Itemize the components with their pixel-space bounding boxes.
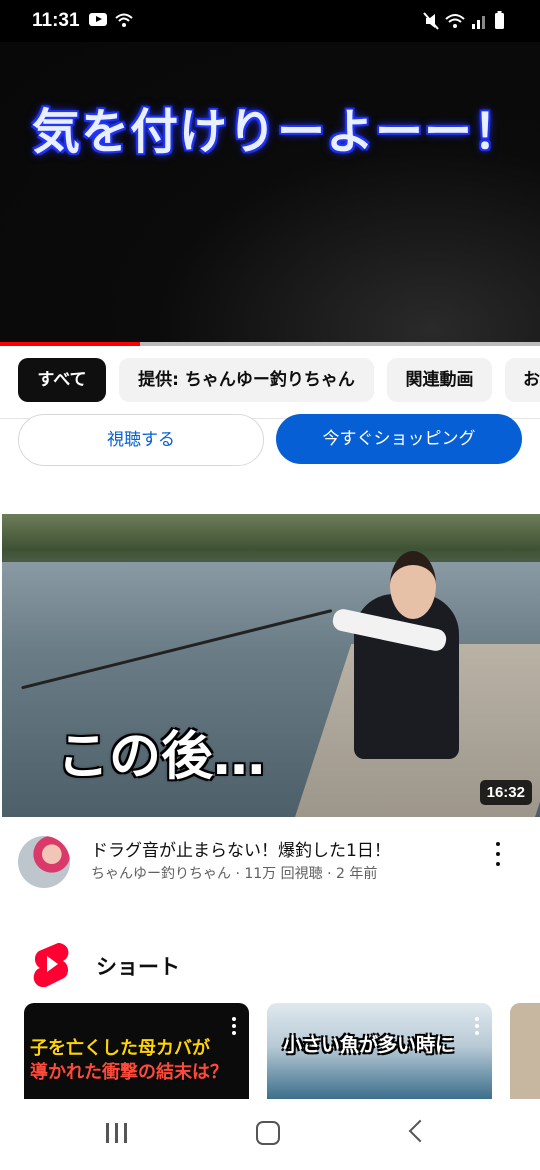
video-player[interactable]: 気を付けりーよーー！ <box>0 42 540 345</box>
chip-channel[interactable]: 提供: ちゃんゆー釣りちゃん <box>119 358 374 402</box>
status-bar: 11:31 <box>0 0 540 42</box>
youtube-icon <box>89 13 107 26</box>
shop-now-button[interactable]: 今すぐショッピング <box>276 414 522 464</box>
shorts-section-header: ショート <box>0 938 540 992</box>
chip-related[interactable]: 関連動画 <box>387 358 492 402</box>
short-caption-line2: 導かれた衝撃の結末は？ <box>30 1062 228 1083</box>
thumbnail-overlay-text: この後… <box>57 727 266 787</box>
status-time: 11:31 <box>32 10 80 31</box>
short-card[interactable]: 子を亡くした母カバが 導かれた衝撃の結末は？ <box>24 1003 249 1099</box>
video-meta: ドラグ音が止まらない！爆釣した1日！ ちゃんゆー釣りちゃん · 11万 回視聴 … <box>0 830 540 900</box>
short-card-caption: 小さい魚が多い時に <box>283 1034 455 1056</box>
video-duration-badge: 16:32 <box>479 780 532 805</box>
short-more-icon[interactable] <box>474 1017 480 1037</box>
video-subtitle: ちゃんゆー釣りちゃん · 11万 回視聴 · 2 年前 <box>91 866 378 882</box>
back-icon[interactable] <box>408 1119 432 1143</box>
shorts-section-title: ショート <box>96 955 180 979</box>
short-more-icon[interactable] <box>231 1017 237 1037</box>
system-nav-bar <box>0 1099 540 1170</box>
recent-apps-icon[interactable] <box>104 1121 130 1145</box>
status-icons-right <box>423 11 504 30</box>
wifi-call-icon <box>115 13 133 27</box>
video-caption: 気を付けりーよーー！ <box>32 104 523 160</box>
wifi-icon <box>445 14 465 28</box>
chip-all[interactable]: すべて <box>18 358 106 402</box>
thumbnail-person-head <box>390 551 436 619</box>
battery-icon <box>495 11 504 29</box>
filter-chips-bar: すべて 提供: ちゃんゆー釣りちゃん 関連動画 お <box>0 346 540 419</box>
video-title[interactable]: ドラグ音が止まらない！爆釣した1日！ <box>91 836 481 861</box>
thumbnail-hills <box>2 514 540 564</box>
short-card-partial[interactable] <box>510 1003 540 1099</box>
short-card-caption: 子を亡くした母カバが 導かれた衝撃の結末は？ <box>30 1037 228 1085</box>
more-options-icon[interactable] <box>488 840 508 870</box>
shopping-actions: 視聴する 今すぐショッピング <box>0 414 540 478</box>
chip-partial[interactable]: お <box>505 358 540 402</box>
video-thumbnail[interactable]: この後… 16:32 <box>2 514 540 817</box>
mute-icon <box>423 12 439 30</box>
home-icon[interactable] <box>256 1121 280 1145</box>
signal-icon <box>472 16 485 29</box>
watch-button[interactable]: 視聴する <box>18 414 264 466</box>
short-caption-line1: 子を亡くした母カバが <box>30 1038 210 1059</box>
short-card[interactable]: 小さい魚が多い時に <box>267 1003 492 1099</box>
shorts-logo-icon <box>33 943 69 987</box>
channel-avatar[interactable] <box>18 836 70 888</box>
